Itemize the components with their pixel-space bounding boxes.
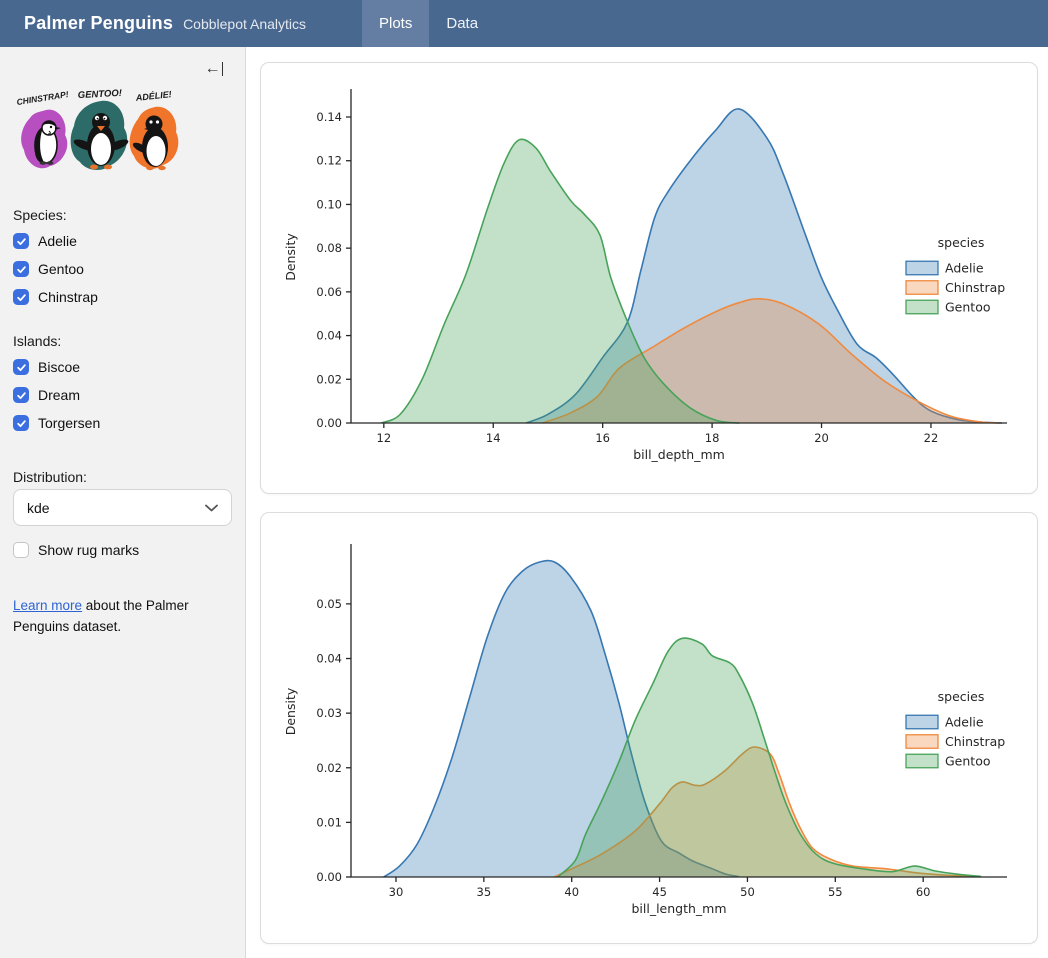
checkbox-icon[interactable]: [13, 359, 29, 375]
x-tick-label: 40: [564, 885, 579, 899]
legend-label-Gentoo: Gentoo: [945, 299, 991, 314]
y-tick-label: 0.03: [316, 706, 342, 720]
island-checkbox-biscoe[interactable]: Biscoe: [13, 353, 232, 381]
rug-marks-checkbox[interactable]: Show rug marks: [13, 536, 232, 564]
sidebar-collapse-icon[interactable]: ←: [205, 61, 224, 77]
tab-plots[interactable]: Plots: [362, 0, 429, 47]
y-axis-label: Density: [283, 687, 298, 735]
x-tick-label: 45: [652, 885, 667, 899]
legend-label-Gentoo: Gentoo: [945, 753, 991, 768]
legend-title: species: [938, 235, 985, 250]
y-tick-label: 0.04: [316, 652, 342, 666]
y-tick-label: 0.02: [316, 372, 342, 386]
y-tick-label: 0.01: [316, 815, 342, 829]
x-tick-label: 14: [486, 431, 501, 445]
x-tick-label: 50: [740, 885, 755, 899]
island-checkbox-torgersen[interactable]: Torgersen: [13, 409, 232, 437]
app-subtitle: Cobblepot Analytics: [183, 16, 306, 32]
navbar-brand: Palmer Penguins Cobblepot Analytics: [24, 0, 306, 47]
island-checkbox-dream[interactable]: Dream: [13, 381, 232, 409]
distribution-label: Distribution:: [13, 469, 232, 485]
adelie-label: ADÉLIE!: [134, 89, 172, 103]
y-tick-label: 0.12: [316, 154, 342, 168]
species-checkbox-adelie[interactable]: Adelie: [13, 227, 232, 255]
species-checkbox-chinstrap[interactable]: Chinstrap: [13, 283, 232, 311]
chinstrap-label: CHINSTRAP!: [16, 89, 70, 107]
legend-swatch-Adelie: [906, 261, 938, 275]
checkbox-icon[interactable]: [13, 289, 29, 305]
x-tick-label: 30: [389, 885, 404, 899]
y-tick-label: 0.04: [316, 329, 342, 343]
y-tick-label: 0.10: [316, 197, 342, 211]
navbar-tabs: Plots Data: [362, 0, 495, 47]
legend-swatch-Chinstrap: [906, 735, 938, 749]
tab-data[interactable]: Data: [429, 0, 495, 47]
checkbox-icon[interactable]: [13, 542, 29, 558]
x-tick-label: 20: [814, 431, 829, 445]
checkbox-icon[interactable]: [13, 387, 29, 403]
y-tick-label: 0.08: [316, 241, 342, 255]
app-title: Palmer Penguins: [24, 13, 173, 34]
x-tick-label: 22: [924, 431, 939, 445]
gentoo-label: GENTOO!: [78, 88, 123, 101]
y-tick-label: 0.14: [316, 110, 342, 124]
x-tick-label: 35: [477, 885, 492, 899]
legend-swatch-Adelie: [906, 715, 938, 729]
legend-swatch-Gentoo: [906, 300, 938, 314]
legend-label-Adelie: Adelie: [945, 260, 984, 275]
kde-plot-bill-length: 30 35 40 45 50 55 60 0.00 0.01 0.02 0.03 0.04 0.05 bi…: [261, 513, 1037, 943]
x-tick-label: 60: [916, 885, 931, 899]
legend-title: species: [938, 689, 985, 704]
x-tick-label: 16: [595, 431, 610, 445]
sidebar: ←: [0, 47, 246, 958]
distribution-selected-value: kde: [27, 500, 50, 516]
species-section-label: Species:: [13, 207, 232, 223]
legend-label-Chinstrap: Chinstrap: [945, 280, 1005, 295]
legend-label-Chinstrap: Chinstrap: [945, 734, 1005, 749]
x-axis-label: bill_length_mm: [631, 901, 726, 916]
checkbox-icon[interactable]: [13, 233, 29, 249]
bill-length-plot-card: 30 35 40 45 50 55 60 0.00 0.01 0.02 0.03 0.04 0.05 bi…: [260, 512, 1038, 944]
legend-swatch-Chinstrap: [906, 281, 938, 295]
checkbox-icon[interactable]: [13, 261, 29, 277]
y-tick-label: 0.05: [316, 597, 342, 611]
x-tick-label: 55: [828, 885, 843, 899]
legend-swatch-Gentoo: [906, 754, 938, 768]
x-tick-label: 18: [705, 431, 720, 445]
legend-label-Adelie: Adelie: [945, 714, 984, 729]
kde-plot-bill-depth: 12 14 16 18 20 22 0.00 0.02 0.04 0.06 0.08 0.10 0.12…: [261, 63, 1037, 493]
main-content: 12 14 16 18 20 22 0.00 0.02 0.04 0.06 0.08 0.10 0.12…: [246, 47, 1048, 958]
y-tick-label: 0.02: [316, 761, 342, 775]
x-axis-label: bill_depth_mm: [633, 447, 725, 462]
penguin-artwork: CHINSTRAP! GENTOO! ADÉLIE!: [13, 88, 185, 180]
y-axis-label: Density: [283, 233, 298, 281]
chevron-down-icon: [205, 504, 218, 512]
distribution-select[interactable]: kde: [13, 489, 232, 526]
y-tick-label: 0.06: [316, 285, 342, 299]
species-checkbox-gentoo[interactable]: Gentoo: [13, 255, 232, 283]
checkbox-icon[interactable]: [13, 415, 29, 431]
navbar: Palmer Penguins Cobblepot Analytics Plot…: [0, 0, 1048, 47]
bill-depth-plot-card: 12 14 16 18 20 22 0.00 0.02 0.04 0.06 0.08 0.10 0.12…: [260, 62, 1038, 494]
learn-more-link[interactable]: Learn more: [13, 598, 82, 613]
y-tick-label: 0.00: [316, 870, 342, 884]
y-tick-label: 0.00: [316, 416, 342, 430]
islands-section-label: Islands:: [13, 333, 232, 349]
x-tick-label: 12: [377, 431, 392, 445]
dataset-note: Learn more about the Palmer Penguins dat…: [13, 596, 213, 638]
